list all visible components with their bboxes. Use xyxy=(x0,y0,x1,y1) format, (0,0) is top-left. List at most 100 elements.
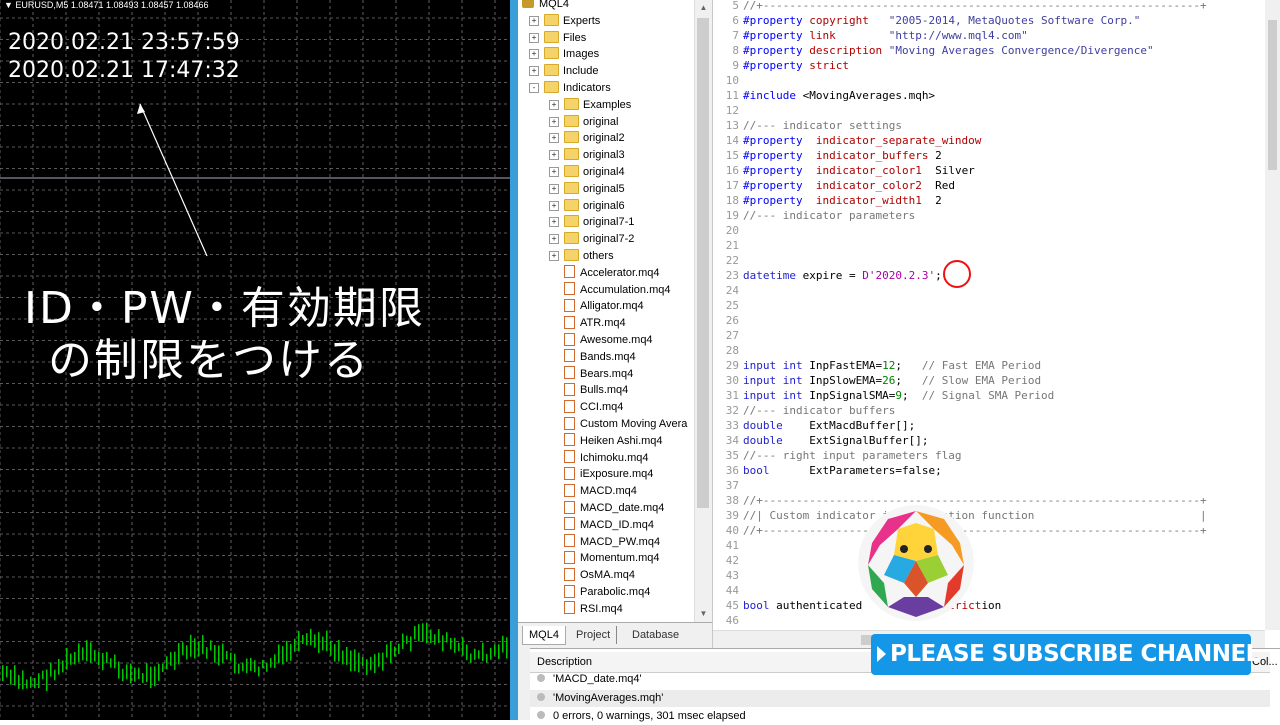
tree-item-folder[interactable]: + Files xyxy=(529,30,586,46)
code-line[interactable]: 7 #property link "http://www.mql4.com" xyxy=(713,28,1027,43)
code-line[interactable]: 20 xyxy=(713,223,743,238)
tree-item-folder[interactable]: + original7-2 xyxy=(549,231,634,247)
pane-separator[interactable] xyxy=(510,0,518,720)
code-line[interactable]: 12 xyxy=(713,103,743,118)
tree-item-folder[interactable]: + Include xyxy=(529,63,598,79)
tree-item-file[interactable]: Momentum.mq4 xyxy=(564,550,659,566)
code-line[interactable]: 31 input int InpSignalSMA=9; // Signal SM… xyxy=(713,388,1055,403)
expand-icon[interactable]: + xyxy=(549,251,559,261)
code-line[interactable]: 17 #property indicator_color2 Red xyxy=(713,178,955,193)
tab-database[interactable]: Database xyxy=(626,626,685,644)
code-line[interactable]: 25 xyxy=(713,298,743,313)
expand-icon[interactable]: + xyxy=(549,116,559,127)
tree-item-file[interactable]: CCI.mq4 xyxy=(564,399,623,415)
tree-item-file[interactable]: Heiken Ashi.mq4 xyxy=(564,433,663,449)
tree-item-folder[interactable]: + Experts xyxy=(529,13,600,29)
expand-icon[interactable]: + xyxy=(549,200,559,211)
code-line[interactable]: 36 bool ExtParameters=false; xyxy=(713,463,942,478)
code-line[interactable]: 28 xyxy=(713,343,743,358)
tree-item-file[interactable]: iExposure.mq4 xyxy=(564,466,653,482)
subscribe-banner[interactable]: PLEASE SUBSCRIBE CHANNEL xyxy=(871,634,1260,675)
scroll-down-icon[interactable]: ▼ xyxy=(695,606,712,622)
tree-item-file[interactable]: MACD.mq4 xyxy=(564,483,637,499)
tree-item-file[interactable]: RSI.mq4 xyxy=(564,601,623,617)
tree-item-file[interactable]: Bulls.mq4 xyxy=(564,382,628,398)
code-line[interactable]: 39 //| Custom indicator initialization fu… xyxy=(713,508,1207,523)
code-line[interactable]: 22 xyxy=(713,253,743,268)
tree-item-file[interactable]: OsMA.mq4 xyxy=(564,567,635,583)
tree-item-file[interactable]: Ichimoku.mq4 xyxy=(564,450,648,466)
code-line[interactable]: 43 xyxy=(713,568,743,583)
tree-item-file[interactable]: Bears.mq4 xyxy=(564,366,633,382)
expand-icon[interactable]: + xyxy=(549,234,559,245)
expand-icon[interactable]: + xyxy=(549,133,559,144)
navigator-scrollbar[interactable]: ▲ ▼ xyxy=(694,0,712,622)
tab-project[interactable]: Project xyxy=(570,626,618,644)
scroll-up-icon[interactable]: ▲ xyxy=(695,0,712,16)
expand-icon[interactable]: + xyxy=(549,150,559,161)
tree-item-folder[interactable]: + original2 xyxy=(549,130,625,146)
tree-item-folder[interactable]: + original4 xyxy=(549,164,625,180)
code-line[interactable]: 23 datetime expire = D'2020.2.3'; xyxy=(713,268,942,283)
code-line[interactable]: 13 //--- indicator settings xyxy=(713,118,902,133)
expand-icon[interactable]: + xyxy=(549,217,559,228)
expand-icon[interactable]: + xyxy=(549,167,559,177)
code-line[interactable]: 44 xyxy=(713,583,743,598)
scroll-thumb[interactable] xyxy=(1268,20,1277,170)
tree-item-file[interactable]: MACD_ID.mq4 xyxy=(564,517,654,533)
code-line[interactable]: 10 xyxy=(713,73,743,88)
expand-icon[interactable]: + xyxy=(529,66,539,77)
scroll-thumb[interactable] xyxy=(697,18,709,508)
code-line[interactable]: 14 #property indicator_separate_window xyxy=(713,133,982,148)
tree-item-file[interactable]: Bands.mq4 xyxy=(564,349,636,365)
expand-icon[interactable]: + xyxy=(549,183,559,194)
code-line[interactable]: 11 #include <MovingAverages.mqh> xyxy=(713,88,935,103)
tree-item-folder[interactable]: + original6 xyxy=(549,198,625,214)
code-line[interactable]: 5 //+------------------------------------… xyxy=(713,0,1206,13)
code-line[interactable]: 37 xyxy=(713,478,743,493)
expand-icon[interactable]: + xyxy=(529,49,539,60)
tree-item-file[interactable]: Alligator.mq4 xyxy=(564,298,644,314)
tree-item-folder[interactable]: + original5 xyxy=(549,181,625,197)
code-line[interactable]: 26 xyxy=(713,313,743,328)
code-line[interactable]: 30 input int InpSlowEMA=26; // Slow EMA P… xyxy=(713,373,1041,388)
expand-icon[interactable]: + xyxy=(529,32,539,43)
tree-item-file[interactable]: MACD_PW.mq4 xyxy=(564,534,660,550)
tree-item-file[interactable]: ATR.mq4 xyxy=(564,315,626,331)
price-chart[interactable]: ▼ EURUSD,M5 1.08471 1.08493 1.08457 1.08… xyxy=(0,0,510,720)
code-line[interactable]: 29 input int InpFastEMA=12; // Fast EMA P… xyxy=(713,358,1041,373)
code-editor[interactable]: 5 //+------------------------------------… xyxy=(713,0,1280,649)
code-line[interactable]: 38 //+-----------------------------------… xyxy=(713,493,1207,508)
code-line[interactable]: 42 xyxy=(713,553,743,568)
tree-item-file[interactable]: Awesome.mq4 xyxy=(564,332,653,348)
tree-item-file[interactable]: Accelerator.mq4 xyxy=(564,265,659,281)
code-line[interactable]: 34 double ExtSignalBuffer[]; xyxy=(713,433,929,448)
list-item[interactable]: 0 errors, 0 warnings, 301 msec elapsed xyxy=(530,708,1270,725)
tree-item-folder[interactable]: + others xyxy=(549,248,614,264)
tree-item-folder[interactable]: + Examples xyxy=(549,97,631,113)
code-line[interactable]: 46 xyxy=(713,613,743,628)
tree-item-folder[interactable]: + Images xyxy=(529,46,599,62)
expand-icon[interactable]: + xyxy=(549,99,559,110)
code-line[interactable]: 41 xyxy=(713,538,743,553)
code-line[interactable]: 6 #property copyright "2005-2014, MetaQuo… xyxy=(713,13,1140,28)
code-line[interactable]: 15 #property indicator_buffers 2 xyxy=(713,148,942,163)
tab-mql4[interactable]: MQL4 xyxy=(522,626,566,645)
code-line[interactable]: 33 double ExtMacdBuffer[]; xyxy=(713,418,915,433)
tree-item-root[interactable]: MQL4 xyxy=(522,0,569,12)
code-line[interactable]: 9 #property strict xyxy=(713,58,849,73)
code-line[interactable]: 21 xyxy=(713,238,743,253)
code-area[interactable]: 5 //+------------------------------------… xyxy=(713,0,1265,630)
tree-item-file[interactable]: Accumulation.mq4 xyxy=(564,282,671,298)
code-line[interactable]: 35 //--- right input parameters flag xyxy=(713,448,962,463)
code-line[interactable]: 24 xyxy=(713,283,743,298)
list-item[interactable]: 'MovingAverages.mqh' xyxy=(530,690,1270,707)
code-line[interactable]: 19 //--- indicator parameters xyxy=(713,208,915,223)
tree-item-file[interactable]: Parabolic.mq4 xyxy=(564,584,650,600)
collapse-icon[interactable]: - xyxy=(529,83,539,93)
tree-item-file[interactable]: MACD_date.mq4 xyxy=(564,500,664,516)
expand-icon[interactable]: + xyxy=(529,15,539,26)
code-line[interactable]: 16 #property indicator_color1 Silver xyxy=(713,163,975,178)
code-line[interactable]: 32 //--- indicator buffers xyxy=(713,403,896,418)
code-line[interactable]: 27 xyxy=(713,328,743,343)
